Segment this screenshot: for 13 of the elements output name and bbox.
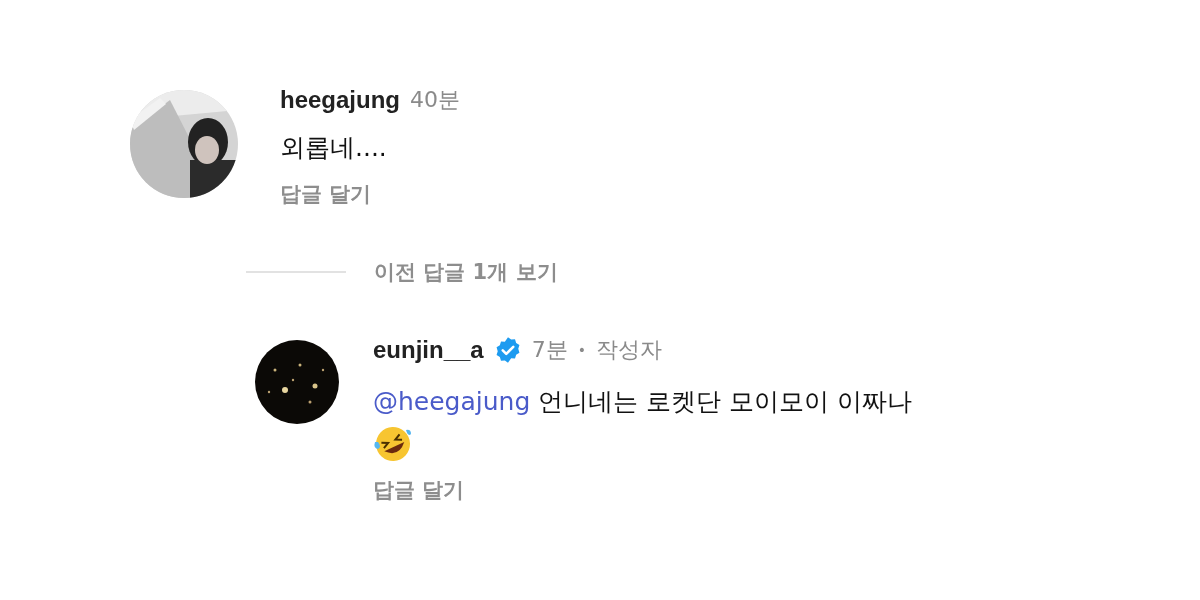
reply-link[interactable]: 답글 달기	[373, 476, 465, 504]
username[interactable]: eunjin__a	[373, 336, 484, 364]
timestamp: 40분	[410, 86, 460, 114]
author-tag: 작성자	[596, 335, 662, 365]
view-replies-link[interactable]: 이전 답글 1개 보기	[374, 258, 558, 286]
separator-dot: •	[577, 342, 586, 358]
mention-link[interactable]: @heegajung	[373, 387, 531, 416]
username[interactable]: heegajung	[280, 86, 400, 114]
laughing-emoji-icon	[373, 424, 413, 464]
timestamp: 7분	[531, 336, 568, 364]
comment-text: @heegajung 언니네는 로켓단 모이모이 이짜나	[373, 386, 913, 418]
comment-text: 외롭네....	[280, 132, 387, 164]
reply-link[interactable]: 답글 달기	[280, 180, 372, 208]
